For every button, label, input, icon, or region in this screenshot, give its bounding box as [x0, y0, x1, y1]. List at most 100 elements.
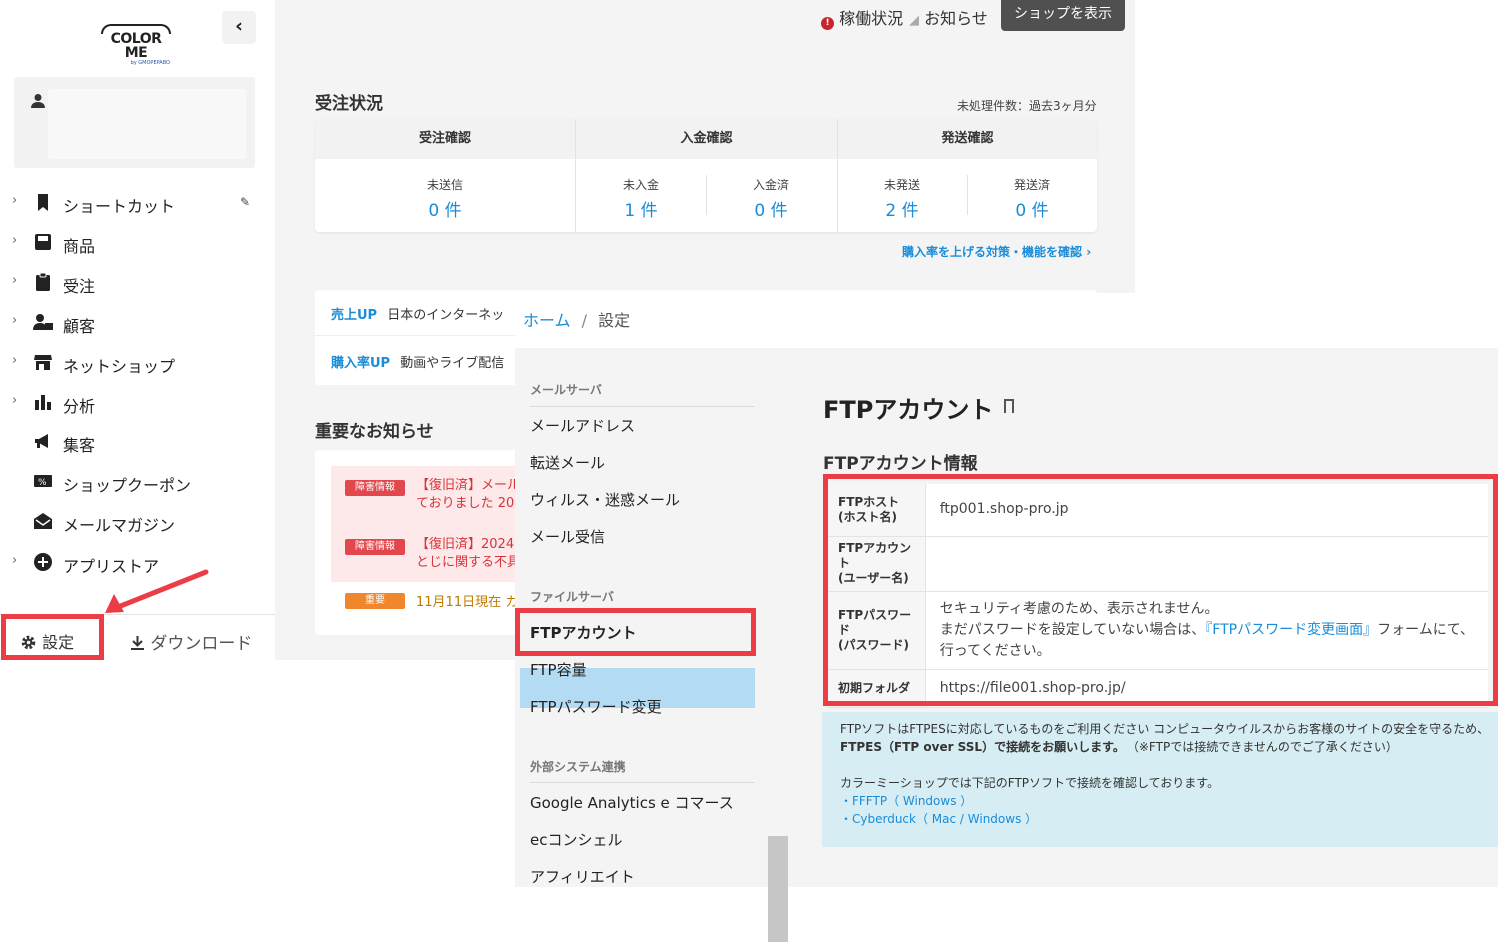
promo-row[interactable]: 購入率UP 動画やライブ配信: [331, 352, 504, 371]
menu-scrollbar[interactable]: [768, 836, 788, 942]
notice-item[interactable]: 11月11日現在 カ: [416, 591, 518, 610]
order-cell-shipped[interactable]: 発送済 0 件: [967, 176, 1097, 221]
nav-customers[interactable]: › 顧客: [0, 306, 265, 340]
orders-card: 受注確認 入金確認 発送確認 未送信 0 件 未入金 1 件 入金済 0 件 未…: [315, 119, 1097, 232]
cell-value[interactable]: 1 件: [576, 196, 706, 221]
collapse-sidebar-button[interactable]: ‹: [222, 11, 256, 44]
ftp-account-content: FTPアカウント FTPアカウント情報 FTPホスト (ホスト名) ftp001.…: [790, 348, 1498, 887]
mail-open-icon: [34, 513, 52, 529]
nav-netshop[interactable]: › ネットショップ: [0, 346, 265, 380]
notice-badge: 重要: [345, 593, 405, 609]
plus-circle-icon: [34, 553, 52, 571]
menu-category: 外部システム連携: [530, 760, 626, 774]
chevron-right-icon: ›: [12, 393, 18, 408]
nav-product[interactable]: › 商品: [0, 226, 265, 260]
nav-label: 商品: [63, 237, 96, 256]
logo-subtext: by GMOPEPABO: [130, 60, 170, 66]
download-button[interactable]: ダウンロード: [130, 629, 252, 654]
menu-item-mail-receive[interactable]: メール受信: [530, 526, 605, 547]
notice-line: FTPES（FTP over SSL）で接続をお願いします。 （※FTPでは接続で…: [840, 738, 1484, 756]
bookmark-icon[interactable]: [1004, 399, 1014, 413]
promo-text: 動画やライブ配信: [400, 356, 505, 371]
nav-label: ショップクーポン: [63, 476, 192, 495]
color-me-logo[interactable]: COLOR ME by GMOPEPABO: [98, 24, 174, 66]
improve-link-label: 購入率を上げる対策・機能を確認: [902, 245, 1083, 259]
nav-shortcut[interactable]: › ショートカット ✎: [0, 186, 265, 220]
menu-item-spam-mail[interactable]: ウィルス・迷惑メール: [530, 489, 680, 510]
cell-label: 未発送: [883, 178, 920, 192]
chevron-right-icon: ›: [12, 193, 18, 208]
nav-label: ネットショップ: [63, 357, 176, 376]
ftp-table-highlight-box: [823, 474, 1498, 706]
status-operation-link[interactable]: ! 稼働状況: [821, 5, 903, 30]
nav-label: 受注: [63, 277, 96, 296]
view-shop-button[interactable]: ショップを表示: [1001, 0, 1125, 31]
chevron-right-icon: ›: [12, 353, 18, 368]
chevron-right-icon: ›: [12, 233, 18, 248]
sidebar: COLOR ME by GMOPEPABO ‹ › ショートカット ✎ › 商品…: [0, 0, 275, 887]
menu-item-mail-address[interactable]: メールアドレス: [530, 415, 635, 436]
orders-note: 未処理件数：過去3ヶ月分: [957, 99, 1097, 113]
customer-icon: [33, 314, 53, 330]
nav-label: 分析: [63, 397, 96, 416]
chevron-left-icon: ‹: [235, 15, 243, 37]
nav-coupon[interactable]: % ショップクーポン: [0, 465, 265, 499]
alert-icon: !: [821, 17, 834, 30]
chevron-right-icon: ›: [12, 553, 18, 568]
news-label: お知らせ: [924, 9, 988, 28]
promo-tag: 売上UP: [331, 308, 378, 323]
cell-value[interactable]: 2 件: [837, 196, 967, 221]
menu-item-ftp-capacity[interactable]: FTP容量: [530, 659, 587, 680]
bar-chart-icon: [35, 395, 51, 410]
menu-divider: [530, 406, 755, 407]
breadcrumb-home[interactable]: ホーム: [523, 311, 571, 330]
notices-title: 重要なお知らせ: [315, 422, 434, 442]
breadcrumb: ホーム / 設定: [523, 307, 630, 331]
edit-icon[interactable]: ✎: [240, 195, 250, 209]
notice-item[interactable]: 【復旧済】メール ておりました 20: [416, 477, 520, 513]
download-label: ダウンロード: [150, 634, 253, 654]
order-cell-unsent[interactable]: 未送信 0 件: [380, 176, 510, 221]
nav-newsletter[interactable]: メールマガジン: [0, 505, 265, 539]
menu-item-affiliate[interactable]: アフィリエイト: [530, 866, 635, 887]
user-panel[interactable]: [14, 77, 255, 168]
ffftp-link[interactable]: ・FFFTP（ Windows ）: [840, 792, 1484, 810]
group-header: 入金確認: [576, 119, 837, 159]
chevron-right-icon: ›: [1086, 245, 1092, 259]
menu-category: ファイルサーバ: [530, 590, 614, 604]
nav-orders[interactable]: › 受注: [0, 266, 265, 300]
user-info: [48, 89, 246, 159]
notice-badge: 障害情報: [345, 539, 405, 555]
cyberduck-link[interactable]: ・Cyberduck（ Mac / Windows ）: [840, 810, 1484, 828]
promo-row[interactable]: 売上UP 日本のインターネッ: [331, 304, 504, 323]
store-icon: [34, 355, 52, 370]
nav-label: ショートカット: [63, 197, 176, 216]
order-cell-unpaid[interactable]: 未入金 1 件: [576, 176, 706, 221]
group-header: 受注確認: [315, 119, 575, 159]
product-icon: [35, 234, 51, 250]
nav-analytics[interactable]: › 分析: [0, 386, 265, 420]
menu-item-ftp-password[interactable]: FTPパスワード変更: [530, 696, 662, 717]
news-link[interactable]: ◢ お知らせ: [909, 5, 988, 29]
notice-item[interactable]: 【復旧済】2024 とじに関する不具: [416, 536, 520, 572]
promo-tag: 購入率UP: [331, 356, 391, 371]
menu-item-forward-mail[interactable]: 転送メール: [530, 452, 605, 473]
cell-value[interactable]: 0 件: [967, 196, 1097, 221]
nav-marketing[interactable]: 集客: [0, 425, 265, 459]
notice-line: とじに関する不具: [416, 555, 521, 570]
megaphone-icon: [35, 434, 48, 448]
notice-line: カラーミーショップでは下記のFTPソフトで接続を確認しております。: [840, 776, 1220, 790]
order-cell-unshipped[interactable]: 未発送 2 件: [837, 176, 967, 221]
notice-line: ておりました 20: [416, 496, 515, 511]
menu-item-google-analytics[interactable]: Google Analytics e コマース: [530, 792, 734, 813]
improve-purchase-link[interactable]: 購入率を上げる対策・機能を確認 ›: [902, 243, 1091, 260]
group-header: 発送確認: [838, 119, 1097, 159]
cell-value[interactable]: 0 件: [706, 196, 836, 221]
settings-highlight-box: [1, 614, 104, 660]
order-cell-paid[interactable]: 入金済 0 件: [706, 176, 836, 221]
menu-divider: [530, 782, 755, 783]
chevron-right-icon: ›: [12, 313, 18, 328]
menu-item-ec-concierge[interactable]: ecコンシェル: [530, 829, 622, 850]
cell-value[interactable]: 0 件: [380, 196, 510, 221]
nav-label: 集客: [63, 436, 96, 455]
